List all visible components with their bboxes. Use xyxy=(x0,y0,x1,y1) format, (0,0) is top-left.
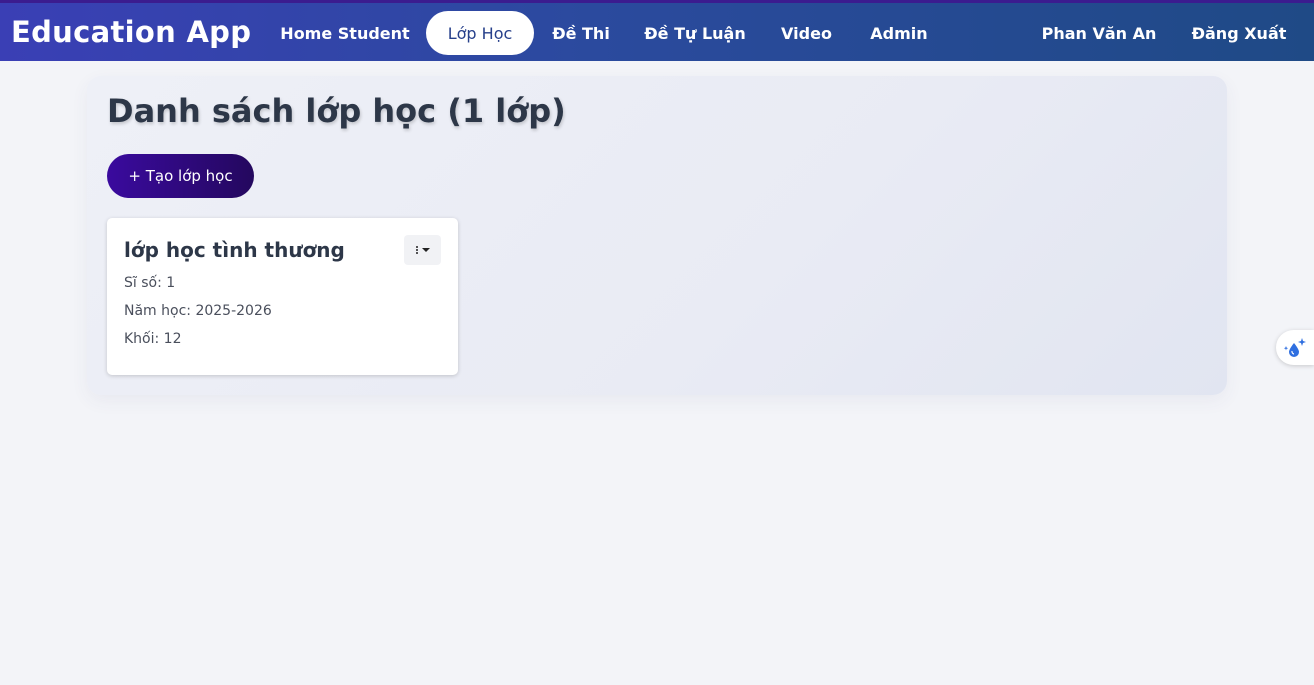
caret-down-icon xyxy=(421,248,430,252)
sparkle-drop-icon xyxy=(1283,337,1306,357)
nav-item-admin[interactable]: Admin xyxy=(860,11,938,55)
nav-item-de-tu-luan[interactable]: Đề Tự Luận xyxy=(637,11,753,55)
create-class-button[interactable]: + Tạo lớp học xyxy=(107,154,254,198)
page-title: Danh sách lớp học (1 lớp) xyxy=(107,92,566,130)
class-school-year: Năm học: 2025-2026 xyxy=(124,303,272,319)
kebab-menu-icon xyxy=(415,246,418,254)
logout-button[interactable]: Đăng Xuất xyxy=(1184,11,1294,55)
class-size: Sĩ số: 1 xyxy=(124,275,176,291)
nav-item-home-student[interactable]: Home Student xyxy=(270,11,420,55)
class-grade: Khối: 12 xyxy=(124,331,182,347)
floating-assistant-button[interactable] xyxy=(1276,330,1314,365)
class-name[interactable]: lớp học tình thương xyxy=(124,238,345,262)
top-navbar: Education App Home Student Lớp Học Đề Th… xyxy=(0,0,1314,61)
nav-item-video[interactable]: Video xyxy=(771,11,842,55)
user-name[interactable]: Phan Văn An xyxy=(1030,11,1168,55)
class-card[interactable]: lớp học tình thương Sĩ số: 1 Năm học: 20… xyxy=(107,218,458,375)
class-card-menu-button[interactable] xyxy=(404,235,441,265)
nav-item-lop-hoc[interactable]: Lớp Học xyxy=(426,11,534,55)
app-brand[interactable]: Education App xyxy=(11,15,251,49)
nav-item-de-thi[interactable]: Đề Thi xyxy=(542,11,620,55)
